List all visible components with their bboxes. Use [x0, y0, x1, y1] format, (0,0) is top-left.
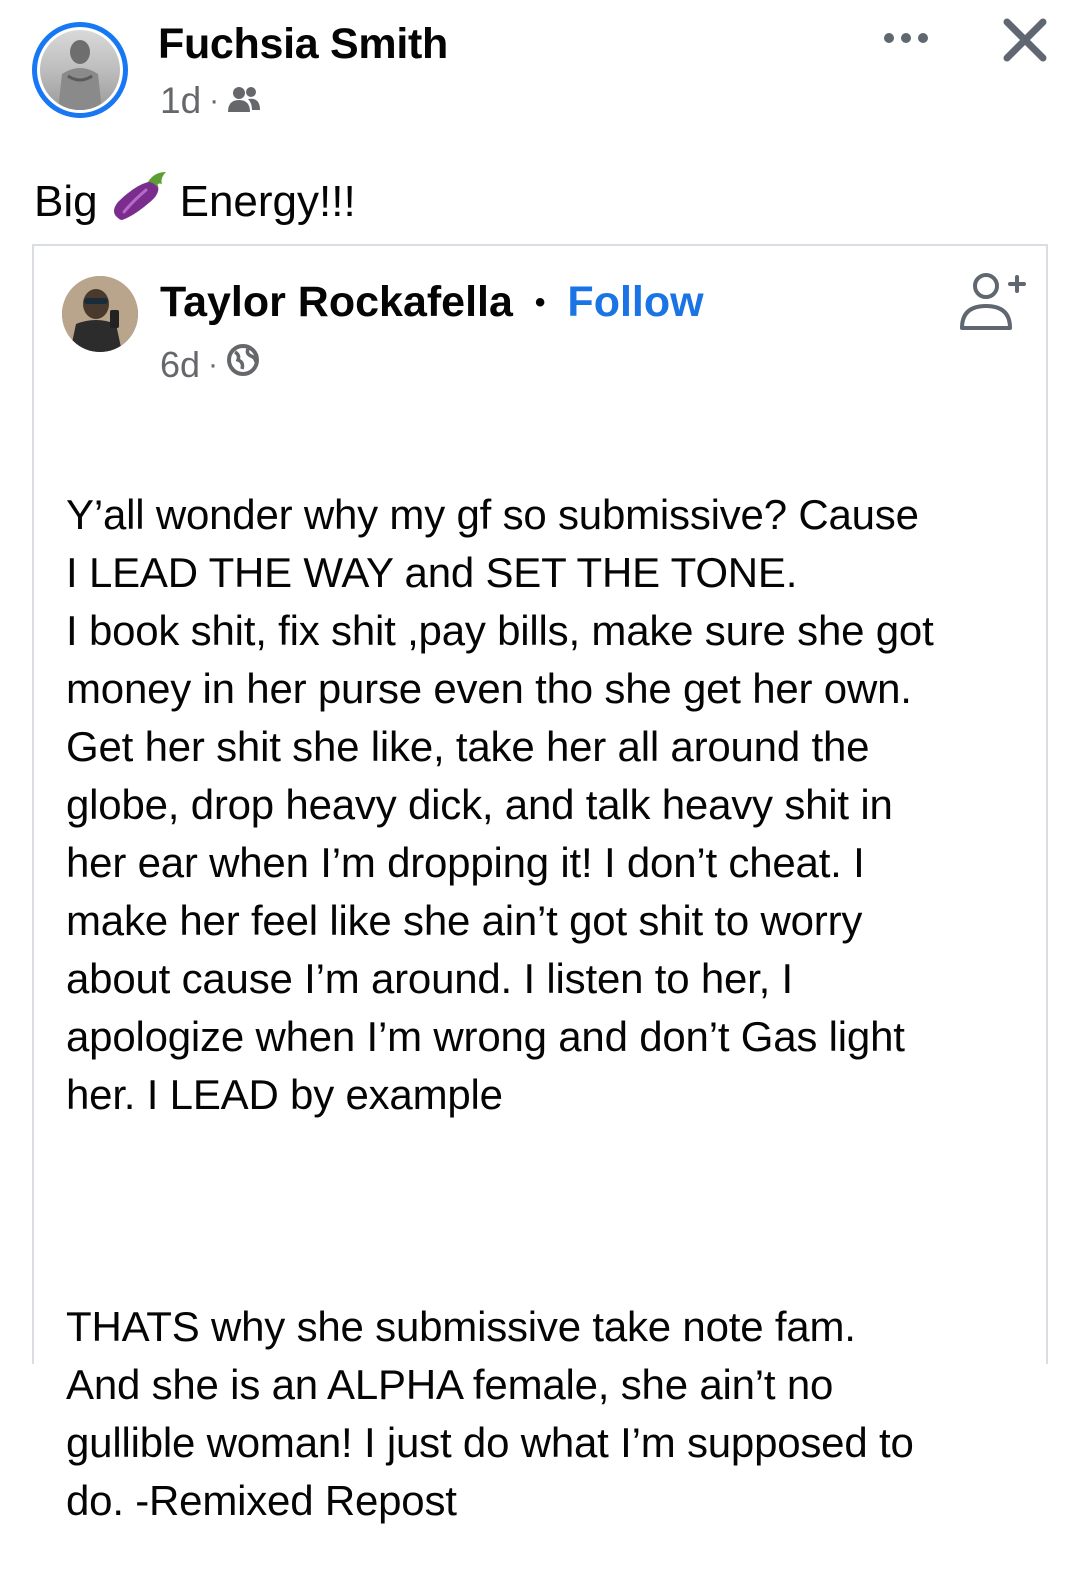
post-paragraph-1: Y’all wonder why my gf so submissive? Ca…: [66, 491, 934, 1118]
globe-icon[interactable]: [226, 343, 260, 386]
post-timestamp[interactable]: 1d: [160, 80, 201, 122]
shared-post-meta: 6d ·: [160, 343, 260, 386]
close-button[interactable]: [995, 10, 1055, 70]
shared-post-timestamp[interactable]: 6d: [160, 344, 200, 386]
follow-button[interactable]: Follow: [567, 278, 703, 327]
shared-meta-separator: ·: [208, 347, 219, 381]
post-paragraph-2: THATS why she submissive take note fam. …: [66, 1303, 914, 1524]
name-separator: •: [534, 285, 546, 319]
shared-author-row: Taylor Rockafella • Follow: [160, 278, 704, 327]
close-icon: [1003, 18, 1047, 62]
author-avatar-photo: [40, 30, 120, 110]
shared-post-body: Y’all wonder why my gf so submissive? Ca…: [66, 428, 1026, 1588]
more-horizontal-icon: [884, 33, 928, 43]
shared-author-avatar[interactable]: [62, 276, 138, 352]
caption-text-start: Big: [34, 176, 98, 226]
friends-icon[interactable]: [227, 80, 261, 122]
post-meta: 1d ·: [160, 80, 261, 122]
more-options-button[interactable]: [878, 14, 934, 62]
caption-text-end: Energy!!!: [179, 176, 356, 226]
eggplant-emoji-icon: [108, 168, 170, 235]
shared-author-name[interactable]: Taylor Rockafella: [160, 278, 513, 327]
add-friend-icon: [960, 273, 1026, 330]
author-avatar[interactable]: [32, 22, 128, 118]
post-caption: Big Energy!!!: [34, 168, 356, 235]
add-friend-button[interactable]: [950, 268, 1030, 338]
meta-separator: ·: [209, 84, 220, 117]
author-name[interactable]: Fuchsia Smith: [158, 20, 448, 69]
